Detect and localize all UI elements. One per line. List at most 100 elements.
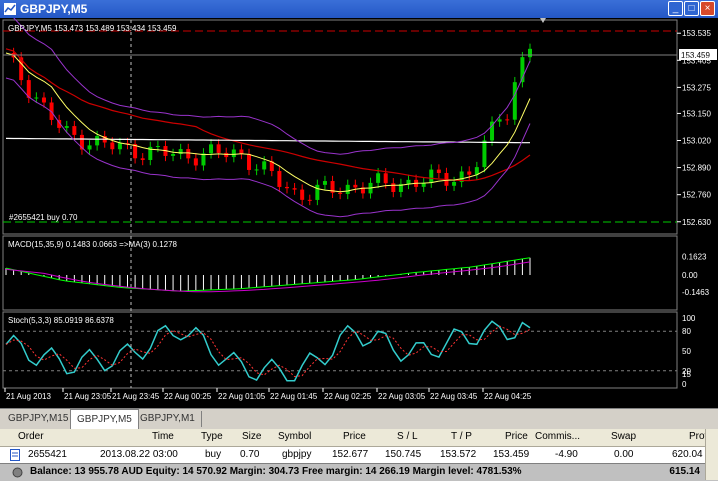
order-time: 2013.08.22 03:00 [100,449,178,460]
candle-body [497,119,502,122]
candle-body [247,153,252,170]
stoch-tick-label: 50 [682,347,691,356]
table-row[interactable]: 2655421 2013.08.22 03:00 buy 0.70 gbpjpy… [0,447,718,463]
macd-tick-label: -0.1463 [682,288,710,297]
col-swap[interactable]: Swap [611,431,636,442]
terminal-scrollbar[interactable] [705,429,718,480]
ma-yellow-line [5,52,531,193]
candle-body [512,82,517,120]
balance-icon [12,467,23,478]
col-commission[interactable]: Commis... [535,431,580,442]
order-tp: 153.572 [440,449,477,460]
col-price[interactable]: Price [343,431,366,442]
stoch-tick-label: 80 [682,327,691,336]
candle-body [239,149,244,154]
time-tick-label: 22 Aug 03:45 [430,392,478,401]
balance-text: Balance: 13 955.78 AUD Equity: 14 570.92… [30,466,522,477]
candle-body [209,144,214,154]
candle-body [338,192,343,194]
tab-gbpjpy-m1[interactable]: GBPJPY,M1 [134,411,202,427]
chart-area[interactable]: GBPJPY,M5 153.473 153.489 153.434 153.45… [0,18,718,408]
candle-body [231,149,236,158]
candle-body [277,171,282,187]
col-order[interactable]: Order [18,431,44,442]
time-tick-label: 22 Aug 04:25 [484,392,532,401]
candle-body [254,169,259,171]
candle-body [201,153,206,166]
chart-window-icon [4,3,16,15]
time-tick-label: 22 Aug 01:05 [218,392,266,401]
candle-body [193,158,198,166]
candle-body [117,143,122,150]
price-tick-label: 152.630 [682,218,711,227]
close-button[interactable]: × [700,1,715,16]
stoch-tick-label: 0 [682,380,687,389]
time-tick-label: 21 Aug 23:45 [112,392,160,401]
time-tick-label: 22 Aug 02:25 [324,392,372,401]
col-cur-price[interactable]: Price [505,431,528,442]
candle-body [186,149,191,159]
tab-gbpjpy-m5[interactable]: GBPJPY,M5 [70,409,139,429]
window-title: GBPJPY,M5 [20,2,88,16]
candle-body [155,146,160,148]
bb-upper-line [12,18,531,155]
time-tick-label: 22 Aug 01:45 [270,392,318,401]
macd-label: MACD(15,35,9) 0.1483 0.0663 =>MA(3) 0.12… [8,240,178,249]
price-chart[interactable]: GBPJPY,M5 153.473 153.489 153.434 153.45… [0,18,718,408]
tab-gbpjpy-m15[interactable]: GBPJPY,M15 [2,411,76,427]
candle-body [467,171,472,175]
candle-body [87,145,92,150]
order-cur-price: 153.459 [493,449,530,460]
candle-body [262,161,267,170]
col-sl[interactable]: S / L [397,431,418,442]
ma-white-line [5,137,530,144]
candle-body [300,189,305,200]
candle-body [110,142,115,150]
candle-body [95,136,100,146]
price-tick-label: 152.890 [682,164,711,173]
order-type: buy [205,449,222,460]
maximize-button[interactable]: □ [684,1,699,16]
order-size: 0.70 [240,449,260,460]
price-panel [2,19,678,235]
col-type[interactable]: Type [201,431,223,442]
candle-body [41,97,46,103]
candle-body [482,140,487,168]
total-profit: 615.14 [669,466,700,477]
order-price: 152.677 [332,449,369,460]
candle-body [34,97,39,99]
chart-header: GBPJPY,M5 153.473 153.489 153.434 153.45… [8,24,177,33]
time-tick-label: 22 Aug 00:25 [164,392,212,401]
price-tick-label: 153.150 [682,109,711,118]
candle-body [292,188,297,190]
minimize-button[interactable]: _ [668,1,683,16]
order-profit: 620.04 [672,449,703,460]
candle-body [322,181,327,185]
price-tick-label: 153.275 [682,83,711,92]
col-tp[interactable]: T / P [451,431,472,442]
order-symbol: gbpjpy [282,449,312,460]
macd-signal-line [5,261,531,293]
terminal-panel: Order Time Type Size Symbol Price S / L … [0,429,718,481]
candle-body [216,144,221,153]
col-size[interactable]: Size [242,431,261,442]
col-time[interactable]: Time [152,431,174,442]
macd-line [5,257,531,292]
bb-lower-line [5,77,531,218]
price-tick-label: 152.760 [682,191,711,200]
time-tick-label: 22 Aug 03:05 [378,392,426,401]
macd-tick-label: 0.00 [682,271,698,280]
stoch-tick-label: 100 [682,314,696,323]
candle-body [505,119,510,121]
candle-body [224,152,229,158]
macd-tick-label: 0.1623 [682,252,707,261]
window-titlebar: GBPJPY,M5 _ □ × [0,0,718,18]
col-symbol[interactable]: Symbol [278,431,311,442]
balance-row: Balance: 13 955.78 AUD Equity: 14 570.92… [0,463,718,481]
order-swap: 0.00 [614,449,634,460]
order-icon [10,449,20,461]
stoch-label: Stoch(5,3,3) 85.0919 86.6378 [8,316,114,325]
stoch-tick-label: 15 [682,370,691,379]
candle-body [140,158,145,160]
candle-body [64,126,69,128]
